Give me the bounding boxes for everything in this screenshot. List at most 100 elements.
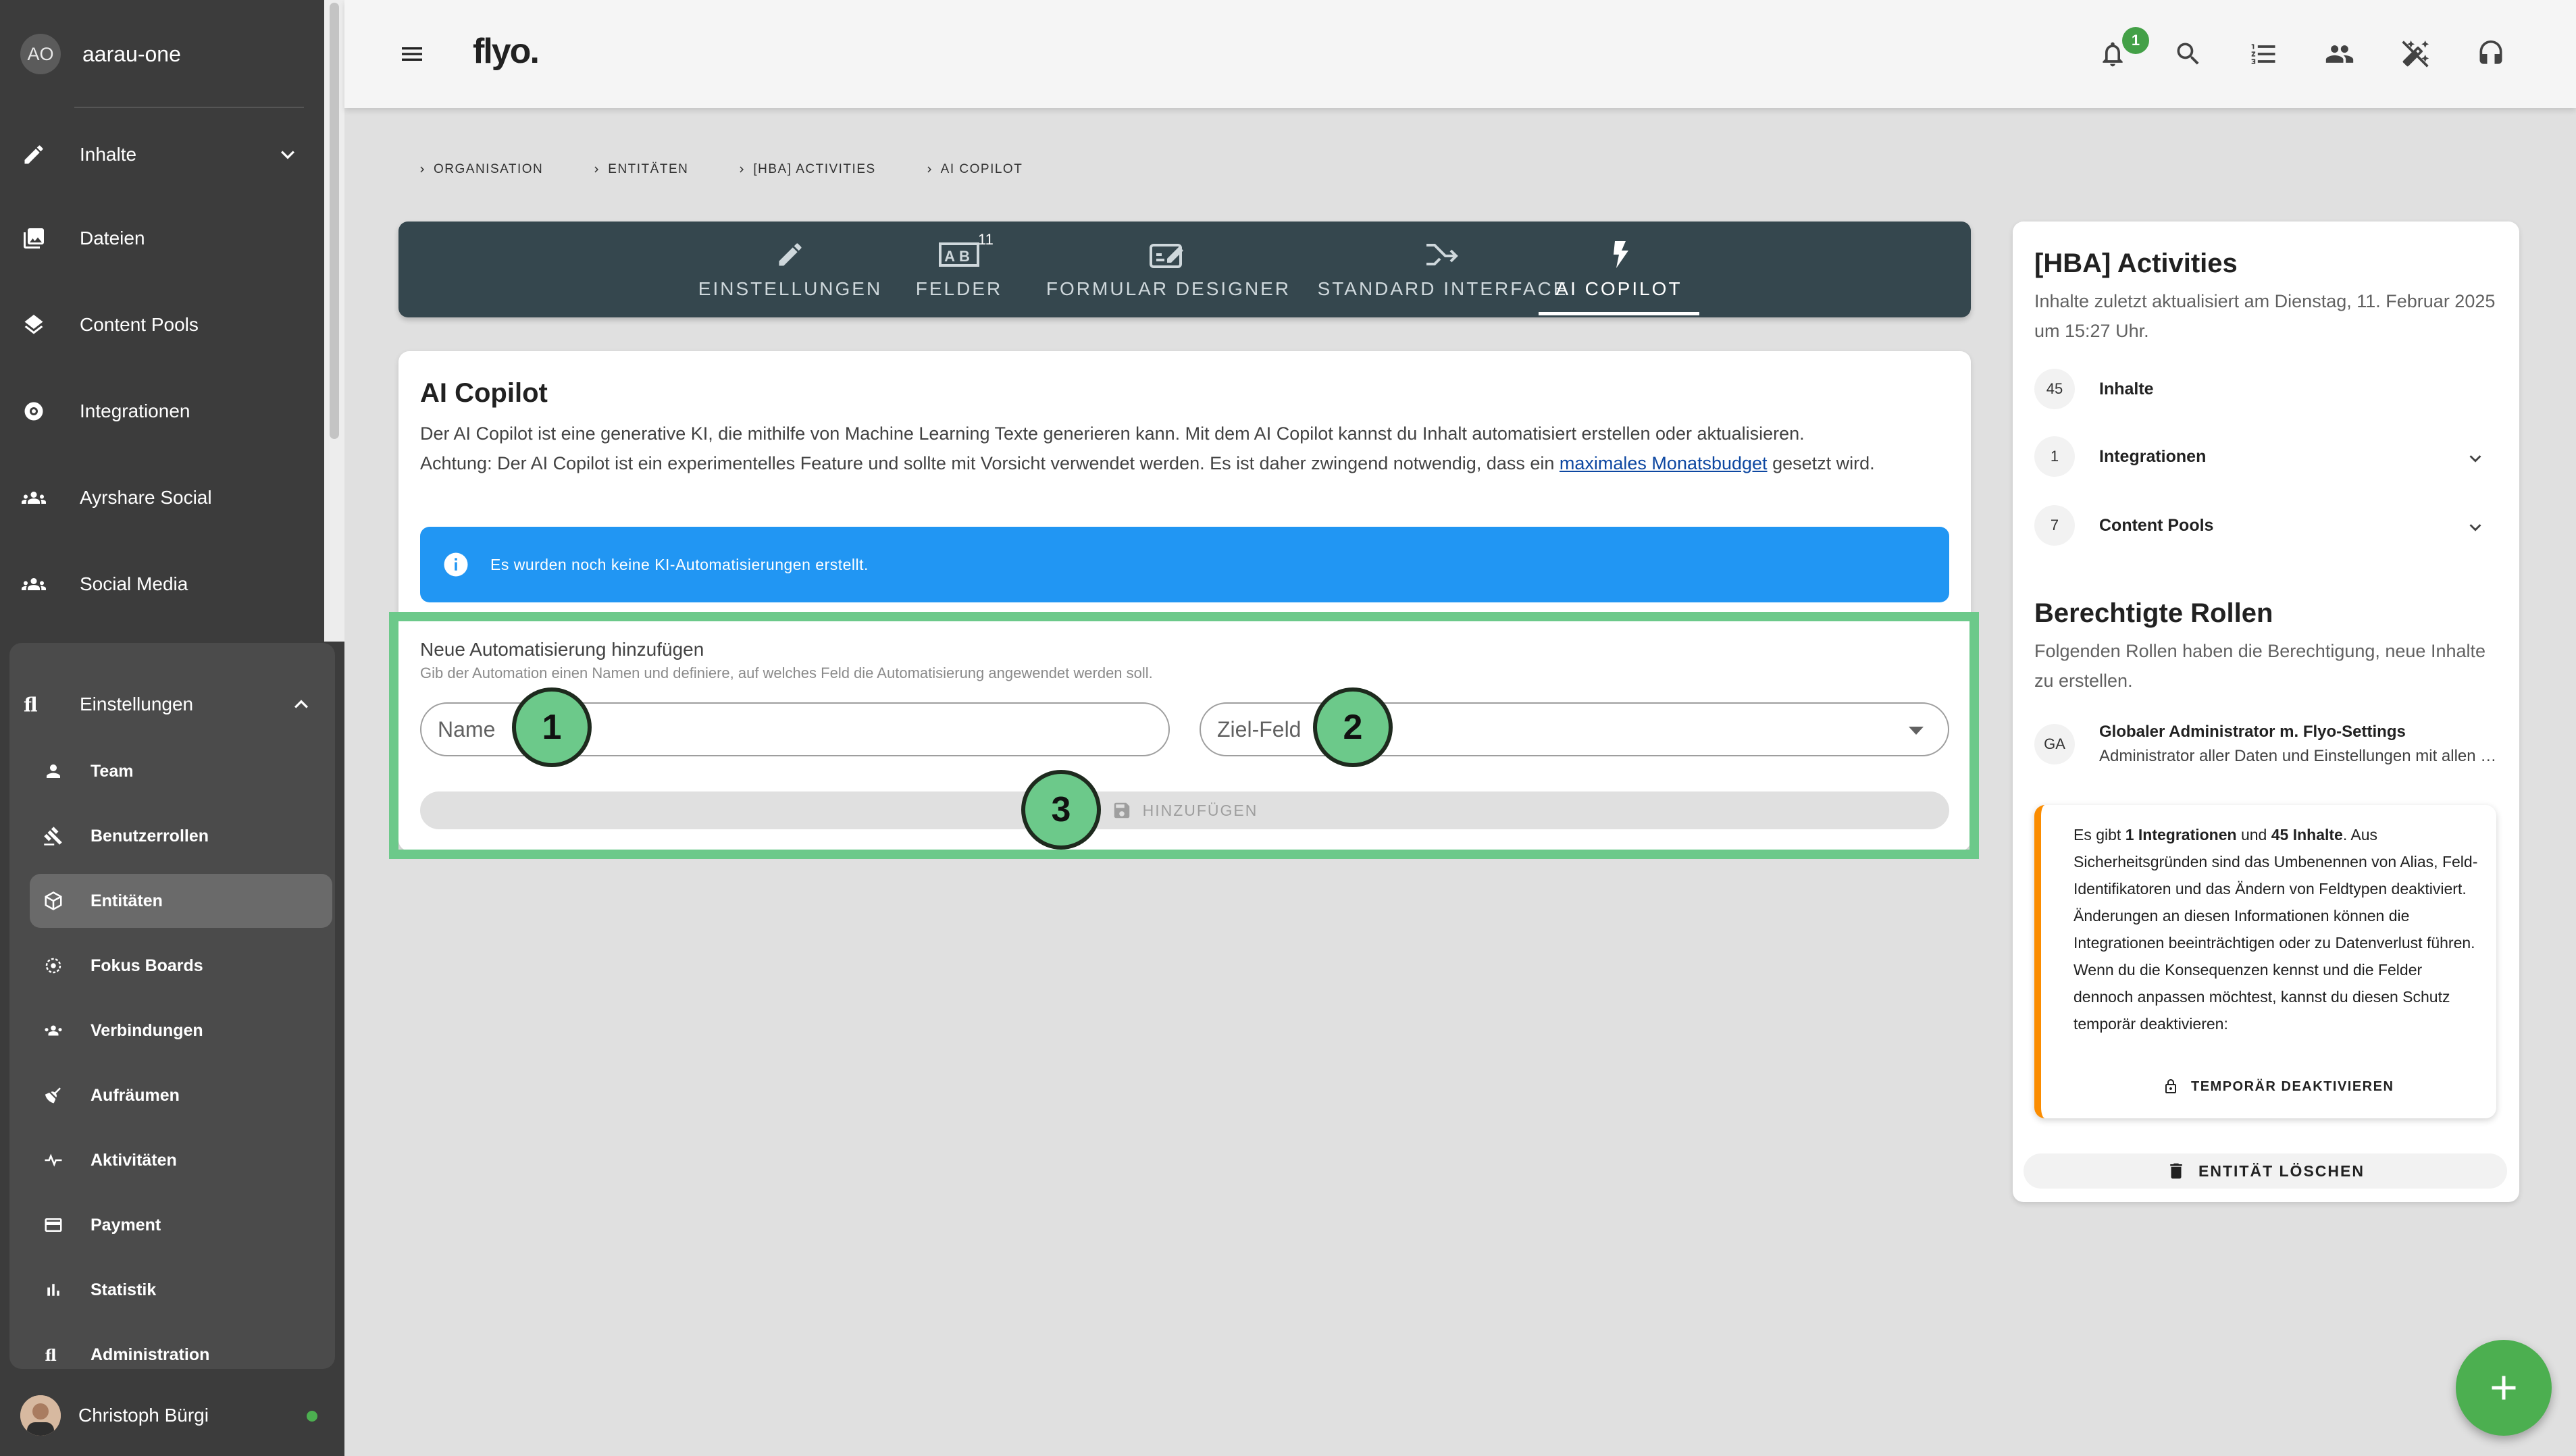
bar-chart-icon <box>42 1278 65 1301</box>
settings-item-benutzerrollen[interactable]: Benutzerrollen <box>30 809 332 863</box>
credit-card-icon <box>42 1214 65 1237</box>
copilot-warning-text: Achtung: Der AI Copilot ist ein experime… <box>420 448 1940 478</box>
settings-item-entitaeten[interactable]: Entitäten <box>30 874 332 928</box>
warning-text-part: . Aus Sicherheitsgründen sind das Umbene… <box>2073 826 2478 1033</box>
target-field-select[interactable]: Ziel-Feld <box>1200 702 1949 756</box>
settings-item-team[interactable]: Team <box>30 744 332 798</box>
dropdown-arrow-icon <box>1909 727 1924 735</box>
photo-library-icon <box>20 225 47 252</box>
settings-item-payment[interactable]: Payment <box>30 1198 332 1252</box>
add-automation-button[interactable]: Hinzufügen <box>420 791 1949 829</box>
sidebar-item-dateien[interactable]: Dateien <box>20 208 311 269</box>
protection-warning: Es gibt 1 Integrationen und 45 Inhalte. … <box>2034 805 2496 1118</box>
step-marker-2: 2 <box>1313 687 1393 767</box>
sidebar-scrollbar-thumb[interactable] <box>330 3 339 439</box>
settings-item-label: Verbindungen <box>91 1020 203 1040</box>
stat-row-integrationen[interactable]: 1 Integrationen <box>2034 436 2494 477</box>
trash-icon <box>2166 1161 2186 1181</box>
pencil-icon <box>775 238 805 271</box>
stat-row-inhalte[interactable]: 45 Inhalte <box>2034 369 2494 409</box>
sidebar-item-ayrshare-social[interactable]: Ayrshare Social <box>20 467 311 528</box>
online-status-dot <box>307 1411 317 1422</box>
target-field-label: Ziel-Feld <box>1217 717 1302 742</box>
settings-item-statistik[interactable]: Statistik <box>30 1263 332 1317</box>
info-alert: Es wurden noch keine KI-Automatisierunge… <box>420 527 1949 602</box>
copilot-description-text: Der AI Copilot ist eine generative KI, d… <box>420 423 1805 444</box>
organization-switcher[interactable]: AO aarau-one <box>20 34 181 74</box>
form-edit-icon <box>1150 238 1187 271</box>
sidebar-item-einstellungen[interactable]: fl Einstellungen <box>20 674 324 735</box>
sidebar-divider <box>74 107 304 108</box>
roles-title: Berechtigte Rollen <box>2034 598 2273 628</box>
warning-text-part: und <box>2236 826 2271 843</box>
settings-item-label: Payment <box>91 1215 161 1234</box>
tab-felder[interactable]: AB Felder <box>898 222 1020 317</box>
monthly-budget-link[interactable]: maximales Monatsbudget <box>1560 453 1768 473</box>
search-icon[interactable] <box>2173 39 2203 69</box>
settings-item-verbindungen[interactable]: Verbindungen <box>30 1004 332 1058</box>
temporary-disable-button[interactable]: Temporär deaktivieren <box>2163 1075 2394 1098</box>
chevron-down-icon[interactable] <box>2464 516 2487 539</box>
settings-item-aufraeumen[interactable]: Aufräumen <box>30 1068 332 1122</box>
magic-off-icon[interactable] <box>2400 39 2430 69</box>
breadcrumb-label: AI Copilot <box>940 162 1023 176</box>
tab-label: Einstellungen <box>698 278 883 299</box>
menu-icon[interactable] <box>398 41 426 68</box>
add-button-label: Hinzufügen <box>1142 801 1258 819</box>
stat-count: 7 <box>2034 505 2075 546</box>
plus-icon <box>2483 1368 2524 1408</box>
active-tab-indicator <box>1539 312 1699 315</box>
avatar <box>20 1395 61 1436</box>
add-fab-button[interactable] <box>2456 1340 2552 1436</box>
chevron-down-icon <box>274 141 301 168</box>
warning-text-part: Achtung: Der AI Copilot ist ein experime… <box>420 453 1560 473</box>
checklist-icon[interactable] <box>2249 39 2279 69</box>
settings-item-administration[interactable]: fl Administration <box>30 1328 332 1382</box>
sidebar-item-inhalte[interactable]: Inhalte <box>20 124 311 185</box>
user-profile[interactable]: Christoph Bürgi <box>20 1395 317 1436</box>
focus-icon <box>42 954 65 977</box>
sidebar-item-content-pools[interactable]: Content Pools <box>20 294 311 355</box>
settings-group: fl Einstellungen Team Benutzerrollen Ent… <box>9 643 335 1369</box>
group-icon[interactable] <box>2325 39 2354 69</box>
breadcrumb-label: [HBA] Activities <box>753 162 876 176</box>
delete-entity-label: Entität löschen <box>2198 1162 2365 1180</box>
headset-icon[interactable] <box>2476 39 2506 69</box>
chevron-right-icon <box>740 166 744 173</box>
stat-label: Inhalte <box>2099 379 2154 398</box>
info-icon <box>442 550 470 579</box>
settings-item-label: Administration <box>91 1345 210 1364</box>
breadcrumb-item-ai-copilot[interactable]: AI Copilot <box>923 162 1023 177</box>
fields-count-badge: 11 <box>978 231 994 248</box>
stat-row-content-pools[interactable]: 7 Content Pools <box>2034 505 2494 546</box>
warning-integrations-count: 1 Integrationen <box>2125 826 2237 843</box>
app-logo[interactable]: flyo. <box>473 31 540 72</box>
warning-contents-count: 45 Inhalte <box>2271 826 2343 843</box>
settings-item-label: Team <box>91 761 134 781</box>
tab-ai-copilot[interactable]: AI Copilot <box>1539 222 1699 317</box>
role-item[interactable]: GA Globaler Administrator m. Flyo-Settin… <box>2034 717 2500 771</box>
people-icon <box>20 571 47 598</box>
chevron-down-icon[interactable] <box>2464 447 2487 470</box>
breadcrumb-item-entity[interactable]: [HBA] Activities <box>736 162 875 177</box>
top-bar: flyo. 1 <box>344 0 2576 108</box>
settings-item-fokus-boards[interactable]: Fokus Boards <box>30 939 332 993</box>
info-alert-text: Es wurden noch keine KI-Automatisierunge… <box>490 555 869 573</box>
sidebar-scrollbar[interactable] <box>324 0 344 642</box>
stat-count: 1 <box>2034 436 2075 477</box>
breadcrumb-item-entitaeten[interactable]: Entitäten <box>590 162 688 177</box>
sidebar-item-social-media[interactable]: Social Media <box>20 554 311 615</box>
tab-label: AI Copilot <box>1555 278 1682 299</box>
page-title: AI Copilot <box>420 378 548 408</box>
warning-text-part: gesetzt wird. <box>1767 453 1875 473</box>
tab-einstellungen[interactable]: Einstellungen <box>689 222 892 317</box>
person-icon <box>42 760 65 783</box>
new-automation-subtitle: Gib der Automation einen Namen und defin… <box>420 665 1153 681</box>
settings-item-aktivitaeten[interactable]: Aktivitäten <box>30 1133 332 1187</box>
breadcrumb-item-organisation[interactable]: Organisation <box>416 162 543 177</box>
tab-formular-designer[interactable]: Formular Designer <box>1020 222 1317 317</box>
step-marker-1: 1 <box>512 687 592 767</box>
sidebar-item-integrationen[interactable]: Integrationen <box>20 381 311 442</box>
delete-entity-button[interactable]: Entität löschen <box>2024 1153 2507 1189</box>
settings-item-label: Fokus Boards <box>91 956 203 975</box>
